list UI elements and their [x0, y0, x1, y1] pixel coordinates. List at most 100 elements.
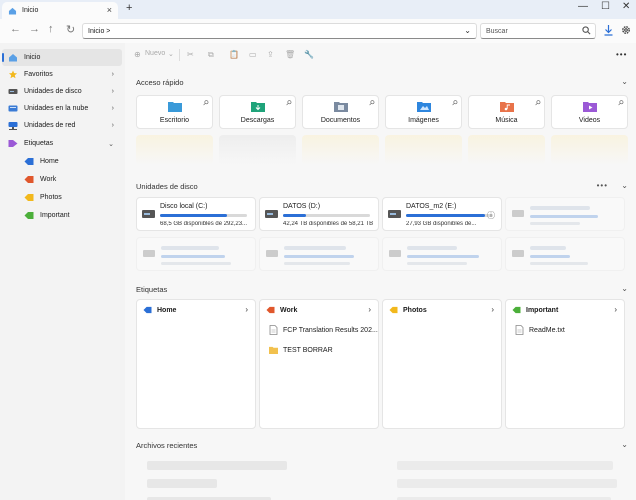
tags-collapse-icon[interactable]: ⌄ — [621, 284, 628, 293]
new-tab-button[interactable]: + — [126, 2, 132, 14]
sidebar-item-label: Unidades en la nube — [24, 105, 89, 112]
new-icon[interactable]: ⊕ — [134, 50, 141, 59]
chevron-right-icon[interactable]: › — [491, 305, 494, 314]
blurred-recent-file — [147, 479, 217, 488]
sidebar-item-unidades-de-red[interactable]: Unidades de red › — [2, 117, 122, 134]
drive-name: Disco local (C:) — [160, 203, 208, 210]
paste-icon[interactable]: 📋 — [229, 50, 239, 59]
rename-icon[interactable]: ▭ — [249, 50, 257, 59]
drives-collapse-icon[interactable]: ⌄ — [621, 181, 628, 190]
maximize-button[interactable]: ☐ — [601, 1, 610, 12]
blurred-recent-file — [147, 461, 287, 470]
pin-icon[interactable]: ⚲ — [201, 98, 210, 108]
tag-card-work[interactable]: Work › FCP Translation Results 202... TE… — [259, 299, 379, 429]
drives-more-icon[interactable]: ••• — [597, 181, 608, 190]
chevron-down-icon[interactable]: ⌄ — [108, 140, 114, 148]
gear-icon[interactable] — [621, 25, 631, 35]
forward-button[interactable]: → — [29, 23, 40, 35]
tag-file-item[interactable]: TEST BORRAR — [269, 345, 333, 355]
chevron-right-icon[interactable]: › — [368, 305, 371, 314]
quick-access-documentos[interactable]: ⚲ Documentos — [302, 95, 379, 129]
document-icon — [515, 325, 524, 335]
drive-usage-bar — [283, 214, 370, 217]
recent-files-title: Archivos recientes — [136, 441, 198, 450]
share-icon[interactable]: ⇪ — [267, 50, 274, 59]
address-bar[interactable]: Inicio > ⌄ — [82, 23, 477, 39]
quick-access-escritorio[interactable]: ⚲ Escritorio — [136, 95, 213, 129]
sidebar-item-inicio[interactable]: Inicio — [2, 49, 122, 66]
sidebar-item-tag-work[interactable]: Work — [2, 171, 122, 188]
blurred-recent-path — [397, 479, 617, 488]
info-icon[interactable]: ⓘ — [487, 210, 495, 221]
tag-card-header: Work — [266, 306, 297, 314]
pin-icon[interactable]: ⚲ — [450, 98, 459, 108]
blurred-item — [302, 135, 379, 165]
home-icon — [9, 54, 17, 62]
tag-file-item[interactable]: FCP Translation Results 202... — [269, 325, 378, 335]
chevron-right-icon[interactable]: › — [112, 88, 114, 95]
pin-icon[interactable]: ⚲ — [284, 98, 293, 108]
back-button[interactable]: ← — [10, 23, 21, 35]
drive-d[interactable]: DATOS (D:) 42,24 TB disponibles de 58,21… — [259, 197, 379, 231]
pin-icon[interactable]: ⚲ — [367, 98, 376, 108]
refresh-button[interactable]: ↻ — [66, 23, 75, 36]
cut-icon[interactable]: ✂ — [187, 50, 194, 59]
chevron-right-icon[interactable]: › — [245, 305, 248, 314]
drive-c[interactable]: Disco local (C:) 68,5 GB disponibles de … — [136, 197, 256, 231]
close-button[interactable]: ✕ — [622, 1, 630, 12]
more-options-icon[interactable]: ••• — [616, 50, 627, 59]
minimize-button[interactable]: — — [578, 1, 588, 12]
chevron-right-icon[interactable]: › — [112, 71, 114, 78]
document-icon — [269, 325, 278, 335]
new-chevron-icon[interactable]: ⌄ — [168, 50, 174, 58]
properties-icon[interactable]: 🔧 — [304, 50, 314, 59]
quick-access-collapse-icon[interactable]: ⌄ — [621, 77, 628, 86]
tag-file-name: ReadMe.txt — [529, 326, 565, 334]
quick-access-musica[interactable]: ⚲ Música — [468, 95, 545, 129]
download-icon[interactable] — [604, 25, 613, 36]
tag-card-photos[interactable]: Photos › — [382, 299, 502, 429]
copy-icon[interactable]: ⧉ — [208, 50, 214, 60]
sidebar-item-tag-important[interactable]: Important — [2, 207, 122, 224]
tag-photos-icon — [389, 306, 398, 314]
address-history-chevron-icon[interactable]: ⌄ — [464, 26, 471, 35]
sidebar-item-tag-home[interactable]: Home — [2, 153, 122, 170]
drive-free-space: 27,93 GB disponibles de... — [406, 221, 477, 227]
blurred-drive — [505, 197, 625, 231]
pin-icon[interactable]: ⚲ — [616, 98, 625, 108]
sidebar-item-label: Work — [40, 176, 57, 183]
tag-card-important[interactable]: Important › ReadMe.txt — [505, 299, 625, 429]
quick-access-label: Música — [495, 117, 518, 124]
search-input[interactable]: Buscar — [480, 23, 596, 39]
drive-usage-bar — [160, 214, 247, 217]
tab-inicio[interactable]: Inicio × — [2, 2, 118, 19]
chevron-right-icon[interactable]: › — [112, 105, 114, 112]
quick-access-descargas[interactable]: ⚲ Descargas — [219, 95, 296, 129]
star-icon — [8, 70, 18, 79]
pin-icon[interactable]: ⚲ — [533, 98, 542, 108]
search-icon — [582, 26, 591, 35]
tag-file-item[interactable]: ReadMe.txt — [515, 325, 565, 335]
new-button[interactable]: Nuevo — [145, 50, 165, 57]
downloads-folder-icon — [251, 102, 265, 112]
tag-card-header: Important — [512, 306, 558, 314]
address-row: ← → ↑ ↻ Inicio > ⌄ Buscar — [0, 19, 636, 43]
sidebar-item-favoritos[interactable]: Favoritos › — [2, 66, 122, 83]
search-placeholder: Buscar — [486, 27, 508, 35]
folder-icon — [269, 346, 278, 355]
sidebar-item-unidades-en-la-nube[interactable]: Unidades en la nube › — [2, 100, 122, 117]
sidebar-item-etiquetas[interactable]: Etiquetas ⌄ — [2, 135, 122, 152]
quick-access-imagenes[interactable]: ⚲ Imágenes — [385, 95, 462, 129]
sidebar-item-tag-photos[interactable]: Photos — [2, 189, 122, 206]
quick-access-videos[interactable]: ⚲ Videos — [551, 95, 628, 129]
recent-files-collapse-icon[interactable]: ⌄ — [621, 440, 628, 449]
tag-card-home[interactable]: Home › — [136, 299, 256, 429]
delete-icon[interactable]: 🗑 — [285, 50, 295, 59]
sidebar-item-unidades-de-disco[interactable]: Unidades de disco › — [2, 83, 122, 100]
tab-close-icon[interactable]: × — [107, 5, 112, 15]
tag-card-label: Home — [157, 306, 177, 314]
chevron-right-icon[interactable]: › — [614, 305, 617, 314]
up-button[interactable]: ↑ — [48, 23, 54, 35]
chevron-right-icon[interactable]: › — [112, 122, 114, 129]
drive-e[interactable]: DATOS_m2 (E:) 27,93 GB disponibles de...… — [382, 197, 502, 231]
